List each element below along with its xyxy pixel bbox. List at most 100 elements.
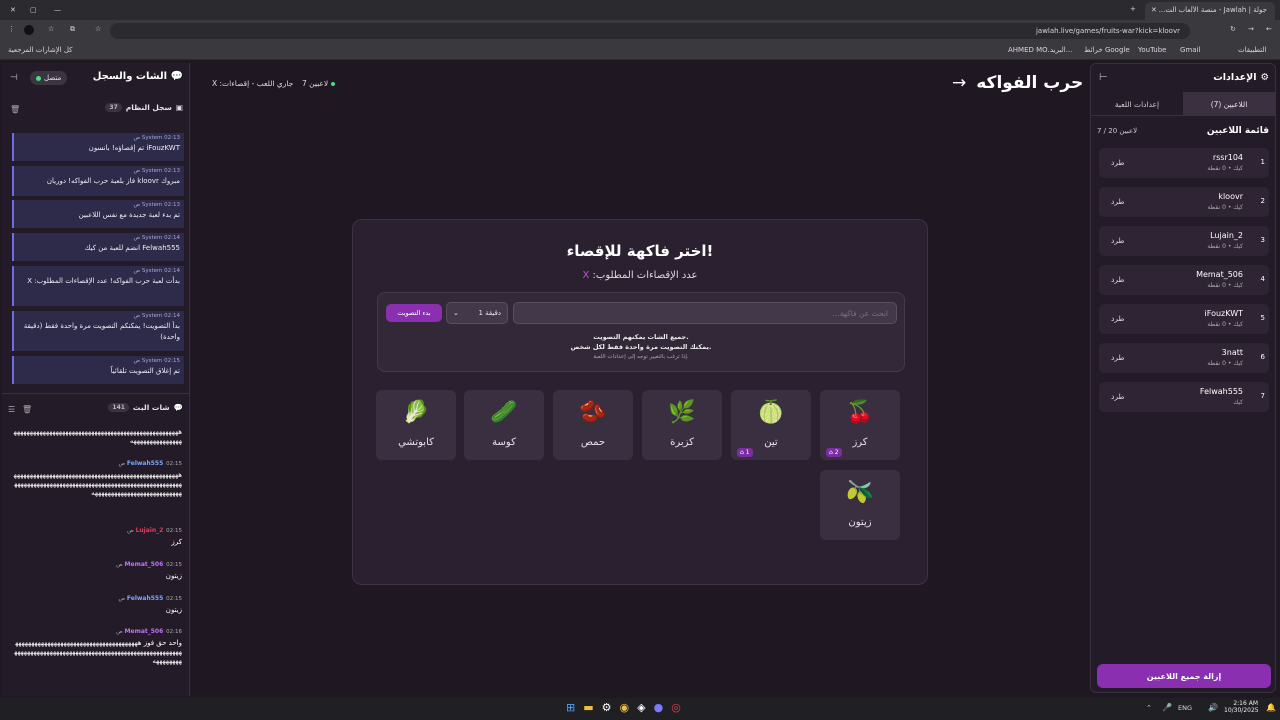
start-vote-button[interactable]: بدء التصويت: [386, 304, 442, 322]
duration-value: 1 دقيقة: [478, 309, 501, 317]
clear-chat-icon[interactable]: 🗑: [22, 405, 32, 414]
kick-button[interactable]: طرد: [1111, 392, 1124, 401]
forward-icon[interactable]: →: [1248, 25, 1254, 33]
chat-title-text: الشات والسجل: [92, 71, 168, 82]
settings-icon[interactable]: ⚙: [602, 701, 612, 714]
fruit-card-cabbage[interactable]: 🥬 كابوتشي: [376, 390, 456, 460]
tray-chevron-icon[interactable]: ⌃: [1146, 704, 1152, 712]
menu-icon[interactable]: ⋮: [8, 25, 15, 33]
folder-icon[interactable]: ▬: [583, 701, 593, 714]
msg-text: بدأت لعبة حرب الفواكه! عدد الإقصاءات الم…: [27, 277, 180, 285]
bookmark-gmail[interactable]: Gmail: [1180, 46, 1200, 54]
fruit-card-coriander[interactable]: 🌿 كزبرة: [642, 390, 722, 460]
msg-author: System: [141, 135, 163, 141]
fruit-card-olive[interactable]: 🫒 زيتون: [820, 470, 900, 540]
window-minimize-icon[interactable]: —: [54, 6, 61, 14]
cabbage-icon: 🥬: [402, 400, 430, 425]
chickpeas-icon: 🫘: [579, 400, 607, 425]
chat-panel-title: 💬 الشات والسجل: [93, 71, 183, 82]
kick-button[interactable]: طرد: [1111, 158, 1124, 167]
vote-controls: ⌄ 1 دقيقة بدء التصويت جميع الشات يمكنهم …: [377, 292, 905, 372]
clear-log-icon[interactable]: 🗑: [10, 105, 20, 114]
msg-author: Felwah555: [126, 595, 164, 602]
app-icon[interactable]: ◎: [671, 701, 681, 714]
msg-author: Lujain_2: [135, 527, 164, 534]
tab-game-settings[interactable]: إعدادات اللعبة: [1091, 92, 1183, 116]
player-row: 5 iFouzKWT كيك • 0 نقطة طرد: [1099, 304, 1269, 334]
window-maximize-icon[interactable]: ▢: [30, 6, 37, 14]
fruit-name: زيتون: [848, 517, 872, 528]
url-text: jawlah.live/games/fruits-war?kick=kloovr: [1035, 27, 1180, 35]
msg-text: كرز: [171, 538, 182, 546]
fruit-card-chickpeas[interactable]: 🫘 حمص: [553, 390, 633, 460]
extensions-icon[interactable]: ⧉: [70, 25, 75, 34]
coriander-icon: 🌿: [668, 400, 696, 425]
os-taskbar: ⊞ ▬ ⚙ ◉ ◈ ● ◎ ⌃ 🎤 ENG 🔊 2:16 AM 10/30/20…: [0, 698, 1280, 720]
fruit-name: كزبرة: [670, 437, 694, 448]
notification-icon[interactable]: 🔔: [1266, 703, 1276, 712]
page-title: حرب الفواكه: [976, 73, 1084, 93]
fig-icon: 🍈: [757, 400, 785, 425]
fruit-card-zucchini[interactable]: 🥒 كوسة: [464, 390, 544, 460]
kick-button[interactable]: طرد: [1111, 236, 1124, 245]
chat-message: هههههههههههههههههههههههههههههههههههههههه…: [12, 425, 182, 447]
bookmark-youtube[interactable]: YouTube: [1138, 46, 1166, 54]
duration-select[interactable]: ⌄ 1 دقيقة: [446, 302, 508, 324]
url-field[interactable]: jawlah.live/games/fruits-war?kick=kloovr: [110, 23, 1190, 39]
bookmark-apps[interactable]: التطبيقات: [1238, 46, 1266, 54]
log-icon: ▣: [175, 103, 183, 112]
player-meta: كيك • 0 نقطة: [1207, 165, 1243, 172]
kick-button[interactable]: طرد: [1111, 314, 1124, 323]
tab-title: جولة | Jawlah - منصة الألعاب الت...: [1159, 6, 1267, 14]
kick-button[interactable]: طرد: [1111, 353, 1124, 362]
required-value: X: [582, 270, 590, 281]
fruit-search-input[interactable]: [513, 302, 897, 324]
all-bookmarks[interactable]: كل الإشارات المرجعية: [8, 46, 73, 54]
system-message: System 02:14 ص بدأ التصويت! يمكنكم التصوي…: [12, 311, 184, 351]
window-close-icon[interactable]: ✕: [10, 6, 16, 14]
profile-avatar[interactable]: [24, 25, 34, 35]
new-tab-icon[interactable]: +: [1130, 5, 1136, 13]
msg-author: System: [141, 202, 163, 208]
stream-chat-header[interactable]: 💬 شات البث 141: [108, 403, 183, 412]
tab-players[interactable]: اللاعبين (7): [1183, 92, 1275, 116]
bookmark-star-icon[interactable]: ☆: [48, 25, 54, 33]
clock[interactable]: 2:16 AM 10/30/2025: [1224, 700, 1259, 714]
chrome-icon[interactable]: ◉: [620, 701, 630, 714]
start-icon[interactable]: ⊞: [566, 701, 575, 714]
steam-icon[interactable]: ◈: [637, 701, 645, 714]
volume-icon[interactable]: 🔊: [1208, 703, 1218, 712]
system-message: System 02:13 ص مبروك kloovr فاز بلعبة حرب…: [12, 166, 184, 196]
msg-author: Felwah555: [126, 460, 164, 467]
bookmark-ahmed[interactable]: AHMED MO...: [1008, 46, 1054, 54]
fruit-card-cherry[interactable]: 🍒 كرز ⌂ 2: [820, 390, 900, 460]
fruit-card-fig[interactable]: 🍈 تين ⌂ 1: [731, 390, 811, 460]
online-text: متصل: [44, 74, 62, 82]
remove-all-players-button[interactable]: إزالة جميع اللاعبين: [1097, 664, 1271, 688]
system-log-header[interactable]: ▣ سجل النظام 37: [105, 103, 183, 112]
system-message: System 02:14 ص Felwah555 انضم للعبة من كي…: [12, 233, 184, 261]
players-list-title: قائمة اللاعبين: [1206, 126, 1269, 136]
microphone-icon[interactable]: 🎤: [1162, 703, 1172, 712]
back-icon[interactable]: ←: [1266, 25, 1272, 33]
bookmark-maps[interactable]: خرائط Google: [1084, 46, 1130, 54]
chat-message: Lujain_2 02:15 ص كرز: [12, 525, 182, 549]
collapse-panel-icon[interactable]: ⊣: [10, 73, 18, 83]
chat-panel: 💬 الشات والسجل متصل ⊣ ▣ سجل النظام 37 🗑 …: [2, 63, 190, 696]
hint-text: جميع الشات يمكنهم التصويت.: [593, 333, 689, 341]
fruit-name: كوسة: [492, 437, 516, 448]
chat-message: Memat_506 02:16 ص واحد حق فوز ههههههههههه…: [12, 626, 182, 681]
collapse-panel-icon[interactable]: ⊢: [1099, 72, 1108, 83]
kick-button[interactable]: طرد: [1111, 197, 1124, 206]
tab-close-icon[interactable]: ✕: [1151, 6, 1157, 14]
star-icon[interactable]: ☆: [95, 25, 101, 33]
active-tab[interactable]: ✕ جولة | Jawlah - منصة الألعاب الت...: [1145, 2, 1275, 20]
kick-button[interactable]: طرد: [1111, 275, 1124, 284]
back-arrow-icon[interactable]: →: [952, 73, 966, 93]
status-dot: [36, 75, 41, 81]
language-indicator[interactable]: ENG: [1178, 704, 1192, 712]
reload-icon[interactable]: ↻: [1230, 25, 1236, 33]
discord-icon[interactable]: ●: [654, 701, 664, 714]
list-icon[interactable]: ☰: [8, 405, 15, 414]
required-label: عدد الإقصاءات المطلوب:: [592, 270, 698, 281]
